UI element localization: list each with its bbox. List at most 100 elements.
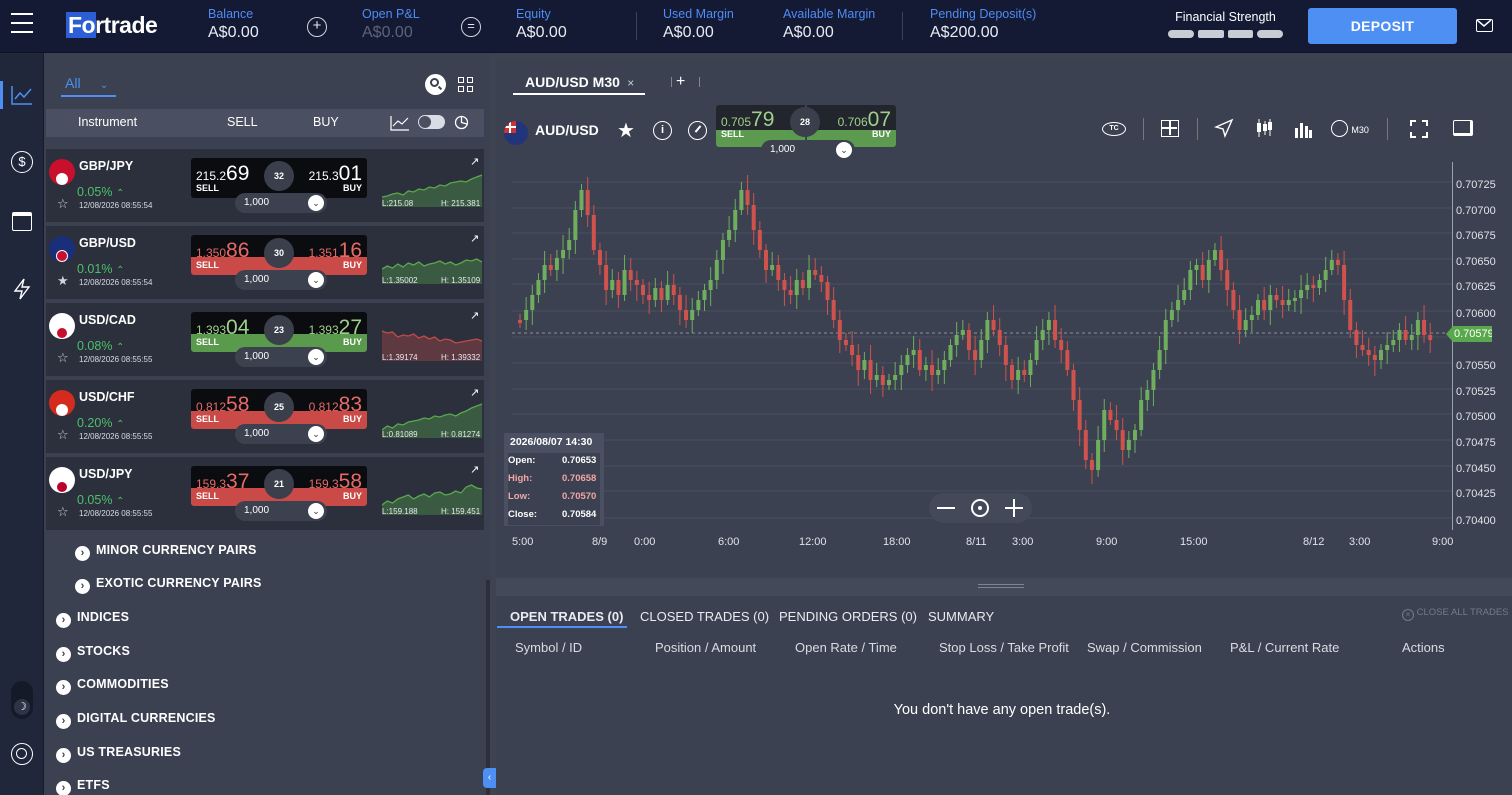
- available-margin-metric: Available Margin A$0.00: [783, 7, 875, 42]
- expand-icon[interactable]: ↗: [470, 232, 479, 245]
- candle-body: [1126, 440, 1131, 450]
- tooltip-low: 0.70570: [562, 491, 597, 502]
- expand-icon: ›: [56, 647, 71, 662]
- tab-summary[interactable]: SUMMARY: [928, 609, 994, 624]
- quote-box: 159.337 SELL 159.358 BUY 21: [191, 466, 367, 506]
- candle-body: [524, 310, 529, 320]
- mail-icon[interactable]: [1476, 19, 1493, 32]
- favorite-star-icon[interactable]: ☆: [57, 196, 69, 212]
- favorite-star-icon[interactable]: ★: [617, 118, 635, 143]
- chart-tab[interactable]: AUD/USD M30 ×: [513, 74, 645, 95]
- watchlist-row[interactable]: USD/JPY 0.05% ⌃ ☆ 12/08/2026 08:55:55 15…: [46, 457, 484, 530]
- favorite-star-icon[interactable]: ★: [57, 273, 69, 289]
- menu-icon[interactable]: [11, 13, 33, 35]
- candle-body: [1182, 290, 1187, 300]
- symbol-flag-icon: [504, 121, 528, 145]
- category-indices[interactable]: › INDICES: [56, 610, 129, 628]
- expand-icon[interactable]: ↗: [470, 155, 479, 168]
- watchlist-row[interactable]: GBP/USD 0.01% ⌃ ★ 12/08/2026 08:55:54 1.…: [46, 226, 484, 299]
- watchlist-row[interactable]: GBP/JPY 0.05% ⌃ ☆ 12/08/2026 08:55:54 21…: [46, 149, 484, 222]
- spread-badge: 23: [264, 315, 294, 345]
- candle-body: [659, 288, 664, 300]
- close-tab-icon[interactable]: ×: [627, 76, 634, 90]
- favorite-star-icon[interactable]: ☆: [57, 350, 69, 366]
- watchlist-row[interactable]: USD/CAD 0.08% ⌃ ☆ 12/08/2026 08:55:55 1.…: [46, 303, 484, 376]
- dollar-icon[interactable]: $: [11, 151, 33, 173]
- tab-open-trades[interactable]: OPEN TRADES (0): [510, 609, 623, 624]
- spread-badge: 32: [264, 161, 294, 191]
- tc-icon[interactable]: TC: [1102, 122, 1126, 136]
- category-stocks[interactable]: › STOCKS: [56, 644, 130, 662]
- x-tick-label: 8/9: [592, 536, 608, 548]
- deposit-button[interactable]: DEPOSIT: [1308, 8, 1457, 44]
- candle-body: [936, 370, 941, 375]
- view-toggle[interactable]: [418, 115, 445, 129]
- candle-body: [1108, 410, 1113, 420]
- collapse-panel-button[interactable]: ‹: [483, 768, 496, 788]
- x-tick-label: 0:00: [634, 536, 656, 548]
- trades-panel: OPEN TRADES (0) CLOSED TRADES (0) PENDIN…: [496, 596, 1512, 795]
- tab-pending-orders[interactable]: PENDING ORDERS (0): [779, 609, 917, 624]
- category-exotic-currency-pairs[interactable]: › EXOTIC CURRENCY PAIRS: [75, 576, 262, 594]
- x-tick-label: 6:00: [718, 536, 740, 548]
- info-icon[interactable]: i: [653, 121, 672, 140]
- candlestick-type-icon[interactable]: [1255, 118, 1273, 138]
- candle-body: [561, 250, 566, 258]
- candle-body: [542, 265, 547, 280]
- candle-body: [942, 360, 947, 370]
- filter-dropdown[interactable]: All ⌄: [61, 75, 116, 97]
- current-price-label: 0.70579: [1446, 326, 1492, 342]
- drawing-tool-icon[interactable]: [1214, 118, 1234, 138]
- expand-icon[interactable]: ↗: [470, 309, 479, 322]
- pie-chart-icon[interactable]: [454, 115, 469, 130]
- quantity-selector[interactable]: 1,000 ⌄: [235, 193, 327, 213]
- candle-body: [764, 250, 768, 270]
- layout-grid-icon[interactable]: [1161, 120, 1179, 137]
- search-icon[interactable]: [425, 74, 446, 95]
- candle-body: [585, 190, 590, 215]
- grid-view-icon[interactable]: [458, 77, 473, 92]
- quantity-selector[interactable]: 1,000 ⌄: [235, 501, 327, 521]
- category-us-treasuries[interactable]: › US TREASURIES: [56, 745, 181, 763]
- zoom-out-icon[interactable]: [937, 507, 955, 509]
- screenshot-icon[interactable]: [1453, 120, 1473, 136]
- add-balance-button[interactable]: +: [307, 17, 327, 37]
- crosshair-icon[interactable]: [971, 499, 989, 517]
- tooltip-date: 2026/08/07 14:30: [510, 436, 593, 448]
- indicators-icon[interactable]: [1294, 120, 1312, 138]
- quantity-selector[interactable]: 1,000 ⌄: [235, 424, 327, 444]
- category-etfs[interactable]: › ETFS: [56, 778, 110, 795]
- candle-body: [1157, 350, 1162, 370]
- add-tab-button[interactable]: +: [676, 73, 685, 91]
- speedometer-icon[interactable]: [688, 121, 707, 140]
- chart-view-icon[interactable]: [390, 115, 410, 131]
- expand-icon[interactable]: ↗: [470, 463, 479, 476]
- category-digital-currencies[interactable]: › DIGITAL CURRENCIES: [56, 711, 216, 729]
- favorite-star-icon[interactable]: ☆: [57, 427, 69, 443]
- panel-scrollbar[interactable]: [486, 580, 490, 795]
- favorite-star-icon[interactable]: ☆: [57, 504, 69, 520]
- chart-qty-selector[interactable]: 1,000 ⌄: [761, 140, 855, 160]
- quantity-selector[interactable]: 1,000 ⌄: [235, 270, 327, 290]
- day-high: H: 159.451: [441, 507, 481, 516]
- financial-strength[interactable]: Financial Strength: [1168, 10, 1283, 38]
- tab-closed-trades[interactable]: CLOSED TRADES (0): [640, 609, 769, 624]
- support-icon[interactable]: [11, 743, 33, 765]
- zoom-in-icon[interactable]: [1005, 499, 1023, 517]
- resize-handle[interactable]: [496, 578, 1512, 596]
- fullscreen-icon[interactable]: [1410, 120, 1428, 138]
- expand-icon[interactable]: ↗: [470, 386, 479, 399]
- watchlist-row[interactable]: USD/CHF 0.20% ⌃ ☆ 12/08/2026 08:55:55 0.…: [46, 380, 484, 453]
- candlestick-chart[interactable]: [512, 170, 1452, 536]
- close-all-trades-button[interactable]: × CLOSE ALL TRADES: [1402, 607, 1509, 621]
- x-tick-label: 8/12: [1303, 536, 1325, 548]
- category-minor-currency-pairs[interactable]: › MINOR CURRENCY PAIRS: [75, 543, 257, 561]
- theme-toggle[interactable]: ☽: [11, 681, 33, 719]
- chart-nav-icon[interactable]: [0, 81, 44, 109]
- candle-body: [1299, 290, 1304, 298]
- calendar-icon[interactable]: [12, 212, 32, 231]
- lightning-icon[interactable]: [12, 278, 32, 303]
- timeframe-button[interactable]: M30: [1331, 120, 1369, 137]
- quantity-selector[interactable]: 1,000 ⌄: [235, 347, 327, 367]
- category-commodities[interactable]: › COMMODITIES: [56, 677, 169, 695]
